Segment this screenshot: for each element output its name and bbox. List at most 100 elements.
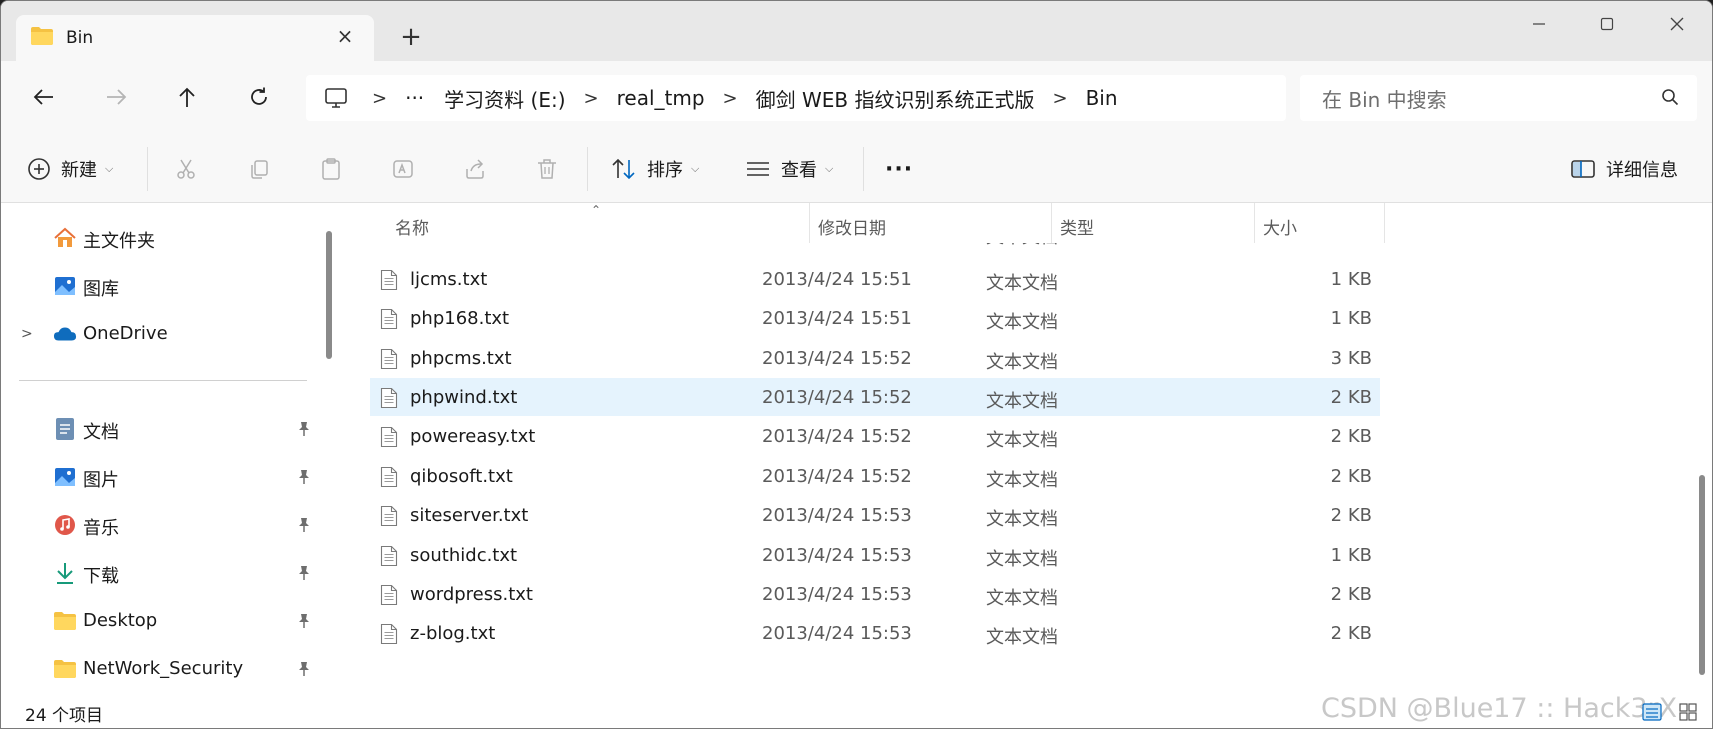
chevron-right-icon[interactable]: > [21,326,33,342]
breadcrumb-more[interactable]: ··· [397,86,432,110]
sidebar-item-network-security[interactable]: NetWork_Security [1,649,311,689]
text-file-icon [380,505,398,532]
pin-icon[interactable] [297,517,311,538]
file-type: 文本文档 [986,470,1058,491]
sidebar-item-onedrive[interactable]: > OneDrive [1,314,311,354]
pin-icon[interactable] [297,469,311,490]
scissors-icon [174,157,198,181]
sidebar-item-home[interactable]: 主文件夹 [1,218,311,258]
file-type: 文本文档 [986,627,1058,648]
file-row[interactable]: ljcms.txt 2013/4/24 15:51 文本文档 1 KB [370,260,1380,298]
breadcrumb-separator[interactable]: > [574,88,609,109]
breadcrumb-separator[interactable]: > [713,88,748,109]
scrollbar-thumb[interactable] [1699,475,1705,675]
sidebar-item-downloads[interactable]: 下载 [1,553,311,593]
close-tab-button[interactable]: × [334,24,356,48]
tab-bin[interactable]: Bin × [16,15,374,61]
breadcrumb-separator[interactable]: > [362,88,397,109]
text-file-icon [380,426,398,453]
minimize-button[interactable] [1519,9,1559,39]
file-name: powereasy.txt [410,426,536,447]
tiles-view-toggle[interactable] [1677,701,1699,723]
file-row[interactable]: southidc.txt 2013/4/24 15:53 文本文档 1 KB [370,536,1380,574]
details-pane-button[interactable]: 详细信息 [1570,153,1678,185]
column-divider[interactable] [1051,203,1052,243]
plus-circle-icon [27,157,51,181]
sort-button[interactable]: 排序 ⌵ [611,153,699,185]
sidebar-item-gallery[interactable]: 图库 [1,266,311,306]
forward-button[interactable] [98,83,134,115]
view-button[interactable]: 查看 ⌵ [745,153,833,185]
rename-button[interactable] [391,153,415,185]
close-window-button[interactable] [1657,9,1697,39]
column-header-size[interactable]: 大小 [1263,214,1297,239]
pin-icon[interactable] [297,421,311,442]
column-divider[interactable] [809,203,810,243]
file-list-scrollbar[interactable] [1696,203,1708,693]
file-type: 文本文档 [986,273,1058,294]
file-row[interactable]: phpwind.txt 2013/4/24 15:52 文本文档 2 KB [370,378,1380,416]
separator [587,147,588,191]
breadcrumb-item-bin[interactable]: Bin [1078,86,1126,110]
documents-icon [53,417,77,441]
sidebar-item-label: Desktop [83,610,158,631]
sidebar-scrollbar[interactable] [323,203,332,693]
breadcrumb-item-real-tmp[interactable]: real_tmp [609,86,713,110]
pin-icon[interactable] [297,661,311,682]
breadcrumb[interactable]: > ··· 学习资料 (E:) > real_tmp > 御剑 WEB 指纹识别… [306,75,1286,121]
file-row[interactable]: phpcms.txt 2013/4/24 15:52 文本文档 3 KB [370,339,1380,377]
this-pc-icon[interactable] [324,87,348,109]
pin-icon[interactable] [297,565,311,586]
more-options-button[interactable]: ··· [885,153,913,185]
file-size: 1 KB [1330,545,1372,566]
column-divider[interactable] [1384,203,1385,243]
file-type: 文本文档 [986,430,1058,451]
sidebar-item-label: NetWork_Security [83,658,244,679]
separator [863,147,864,191]
file-row[interactable]: powereasy.txt 2013/4/24 15:52 文本文档 2 KB [370,417,1380,455]
breadcrumb-separator[interactable]: > [1042,88,1077,109]
sidebar-item-documents[interactable]: 文档 [1,409,311,449]
refresh-button[interactable] [241,83,277,115]
file-size: 1 KB [1330,308,1372,329]
file-size: 2 KB [1330,623,1372,644]
up-button[interactable] [169,83,205,115]
breadcrumb-item-drive[interactable]: 学习资料 (E:) [436,84,573,113]
details-view-toggle[interactable] [1641,701,1663,723]
pin-icon[interactable] [297,613,311,634]
file-row[interactable]: qibosoft.txt 2013/4/24 15:52 文本文档 2 KB [370,457,1380,495]
column-header-type[interactable]: 类型 [1060,214,1094,239]
status-bar: 24 个项目 CSDN @Blue17 :: Hack3rX [1,693,1712,728]
search-input[interactable]: 在 Bin 中搜索 [1300,75,1697,121]
back-button[interactable] [26,83,62,115]
copy-button[interactable] [247,153,271,185]
column-divider[interactable] [1254,203,1255,243]
paste-button[interactable] [319,153,343,185]
search-icon[interactable] [1661,88,1679,110]
sidebar-item-desktop[interactable]: Desktop [1,601,311,641]
sidebar-item-label: 图库 [83,279,119,300]
delete-button[interactable] [535,153,559,185]
file-row[interactable]: z-blog.txt 2013/4/24 15:53 文本文档 2 KB [370,614,1380,652]
sidebar-item-label: 音乐 [83,518,119,539]
download-icon [53,561,77,585]
watermark: CSDN @Blue17 :: Hack3rX [1321,693,1678,724]
share-button[interactable] [463,153,487,185]
breadcrumb-item-yujian[interactable]: 御剑 WEB 指纹识别系统正式版 [748,84,1043,113]
column-header-name[interactable]: 名称 [395,214,429,239]
file-row[interactable]: wordpress.txt 2013/4/24 15:53 文本文档 2 KB [370,575,1380,613]
maximize-button[interactable] [1587,9,1627,39]
new-tab-button[interactable]: + [397,22,425,52]
file-type: 文本文档 [986,391,1058,412]
sidebar-item-pictures[interactable]: 图片 [1,457,311,497]
file-date: 2013/4/24 15:52 [762,348,912,369]
file-row[interactable]: php168.txt 2013/4/24 15:51 文本文档 1 KB [370,299,1380,337]
scrollbar-thumb[interactable] [326,231,332,359]
cut-button[interactable] [174,153,198,185]
file-row[interactable]: siteserver.txt 2013/4/24 15:53 文本文档 2 KB [370,496,1380,534]
text-file-icon [380,623,398,650]
sidebar-item-music[interactable]: 音乐 [1,505,311,545]
text-file-icon [380,387,398,414]
new-button[interactable]: 新建 ⌵ [27,153,113,185]
column-header-date[interactable]: 修改日期 [818,214,886,239]
